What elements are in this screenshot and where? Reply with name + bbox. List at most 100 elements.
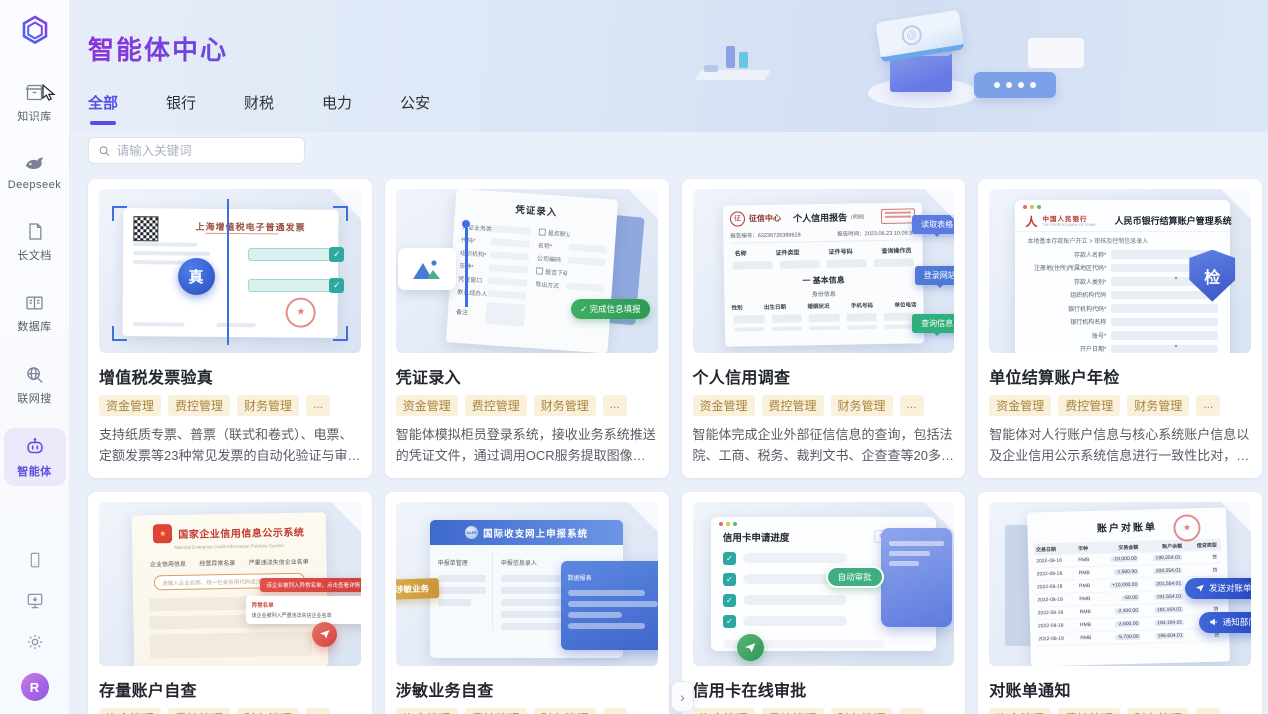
breadcrumb: 本地基本存款账户开立 > 审核及控制信息录入 (1015, 232, 1230, 245)
agent-card-title: 对账单通知 (989, 677, 1251, 701)
check-icon: ✓ (329, 247, 344, 262)
agent-card-voucher-entry[interactable]: 凭证录入 凭证业务类型* 代码* 组织机构* 币种* 凭证窗口 默认经办人 备注 (385, 179, 669, 478)
agent-card-invoice-verify[interactable]: 上海增值税电子普通发票 ★ 真 ✓ ✓ 增值税发票验真 (88, 179, 372, 478)
next-page-button[interactable]: › (671, 681, 694, 712)
org-name: 征信中心 (749, 212, 781, 224)
globe-search-icon (24, 364, 45, 385)
megaphone-icon (1209, 617, 1219, 627)
agent-card-title: 存量账户自查 (99, 677, 361, 701)
sidebar-item-label: 长文档 (17, 247, 52, 263)
tag-row: 资金管理 费控管理 财务管理 ... (989, 395, 1251, 416)
section-title: 一 基本信息 (731, 273, 916, 287)
agent-card-stock-account-check[interactable]: ★ 国家企业信用信息公示系统 National Enterprise Credi… (88, 492, 372, 714)
agent-card-statement-notice[interactable]: 账户对账单 ★ 交易日期币种 交易金额账户余额 借贷类型 2022-08-18R… (978, 492, 1262, 714)
mouse-cursor (42, 84, 57, 102)
tag-more: ... (603, 708, 627, 714)
sidebar-item-web-search[interactable]: 联网搜 (4, 356, 66, 413)
scan-line (227, 199, 229, 345)
tag-row: 资金管理 费控管理 财务管理 ... (989, 708, 1251, 714)
mobile-app-icon[interactable] (26, 550, 44, 570)
tag: 资金管理 (693, 708, 755, 714)
system-title: 人民币银行结算账户管理系统 (1115, 214, 1232, 227)
tag: 费控管理 (465, 395, 527, 416)
tab-tax[interactable]: 财税 (244, 92, 274, 125)
tab-all[interactable]: 全部 (88, 92, 118, 125)
agent-card-title: 涉敏业务自查 (396, 677, 658, 701)
scan-bracket (333, 206, 348, 221)
invoice-illustration: 上海增值税电子普通发票 ★ (122, 208, 338, 338)
tag-row: 资金管理 费控管理 财务管理 ... (693, 395, 955, 416)
main-content: 智能体中心 全部 银行 财税 电力 公安 上海增值税电子普通发票 (70, 0, 1268, 714)
sidebar: 知识库 Deepseek 长文档 数据库 联网搜 (0, 0, 70, 714)
scan-bracket (112, 326, 127, 341)
brand-logo[interactable] (17, 13, 53, 49)
paper-plane-icon (1195, 583, 1205, 593)
tag: 费控管理 (762, 395, 824, 416)
query-info-button: 查询信息 (912, 314, 954, 333)
page-title: 智能体中心 (88, 30, 228, 67)
sidebar-item-agents[interactable]: 智能体 (4, 428, 66, 486)
report-title: 个人信用报告 (793, 210, 847, 224)
agent-card-thumbnail: ★ 国家企业信用信息公示系统 National Enterprise Credi… (99, 502, 361, 666)
notice-box (881, 208, 915, 224)
tag: 财务管理 (534, 395, 596, 416)
agent-card-thumbnail: 上海增值税电子普通发票 ★ 真 ✓ ✓ (99, 189, 361, 353)
read-table-button: 读取表格 (912, 215, 954, 234)
agent-card-description: 智能体模拟柜员登录系统，接收业务系统推送的凭证文件，通过调用OCR服务提取图像内… (396, 424, 658, 466)
site-title: 国家企业信用信息公示系统 (178, 523, 304, 540)
agent-card-personal-credit[interactable]: 征 征信中心 个人信用报告 (明细) 报告编号：63236726389628 报… (682, 179, 966, 478)
verify-seal: 真 (178, 258, 215, 295)
report-number: 报告编号：63236726389628 (730, 230, 800, 239)
tag-more: ... (1196, 395, 1220, 416)
sidebar-item-database[interactable]: 数据库 (4, 285, 66, 341)
agent-card-thumbnail: 凭证录入 凭证业务类型* 代码* 组织机构* 币种* 凭证窗口 默认经办人 备注 (396, 189, 658, 353)
search-bar[interactable] (88, 137, 305, 164)
agent-card-sensitive-business-check[interactable]: SAFE 国际收支网上申报系统 申报单管理 申报信息录入 涉敏业务 数据报表 涉… (385, 492, 669, 714)
tag-more: ... (900, 395, 924, 416)
settings-gear-icon[interactable] (25, 632, 45, 652)
category-tabs: 全部 银行 财税 电力 公安 (88, 92, 1268, 125)
notify-department-button: 通知部门 (1199, 612, 1251, 633)
scan-bracket (333, 326, 348, 341)
send-plane-icon (737, 634, 764, 661)
check-icon: ✓ (723, 594, 736, 607)
data-report-panel: 数据报表 (561, 561, 658, 650)
tab-bank[interactable]: 银行 (166, 92, 196, 125)
tag: 费控管理 (762, 708, 824, 714)
tag-row: 资金管理 费控管理 财务管理 ... (99, 395, 361, 416)
agent-card-credit-card-approval[interactable]: 信用卡申请进度 搜索 ✓ ✓ ✓ ✓ 自动审批 (682, 492, 966, 714)
agent-card-account-annual-check[interactable]: 人 中国人民银行 THE PEOPLE'S BANK OF CHINA 人民币银… (978, 179, 1262, 478)
robot-icon (24, 436, 46, 458)
tag-row: 资金管理 费控管理 财务管理 ... (396, 708, 658, 714)
sidebar-item-long-doc[interactable]: 长文档 (4, 213, 66, 270)
login-site-button: 登录网站 (915, 266, 955, 285)
client-download-icon[interactable] (25, 591, 45, 611)
tag: 财务管理 (1127, 708, 1189, 714)
tag: 资金管理 (693, 395, 755, 416)
credit-center-logo: 征 (730, 211, 745, 226)
tab-power[interactable]: 电力 (322, 92, 352, 125)
user-avatar[interactable]: R (21, 673, 49, 701)
search-input[interactable] (117, 144, 295, 158)
database-panels-icon (24, 293, 45, 313)
agent-card-title: 信用卡在线审批 (693, 677, 955, 701)
tab-police[interactable]: 公安 (400, 92, 430, 125)
document-icon (25, 221, 45, 242)
customer-card (881, 528, 952, 626)
red-stamp: ★ (1173, 515, 1201, 543)
voucher-form-illustration: 凭证录入 凭证业务类型* 代码* 组织机构* 币种* 凭证窗口 默认经办人 备注 (446, 189, 619, 353)
send-plane-icon (312, 622, 337, 647)
sidebar-item-label: 智能体 (17, 463, 52, 479)
sidebar-item-label: 知识库 (17, 108, 52, 124)
sidebar-item-deepseek[interactable]: Deepseek (4, 146, 66, 198)
tag: 资金管理 (396, 708, 458, 714)
window-traffic-lights (719, 522, 737, 526)
agent-card-grid: 上海增值税电子普通发票 ★ 真 ✓ ✓ 增值税发票验真 (88, 179, 1268, 714)
sidebar-item-knowledge-base[interactable]: 知识库 (4, 74, 66, 131)
tag: 费控管理 (465, 708, 527, 714)
done-badge: ✓ 完成信息填报 (571, 299, 649, 319)
tag: 财务管理 (237, 395, 299, 416)
sensitive-badge: 涉敏业务 (396, 578, 440, 600)
red-stamp: ★ (285, 297, 315, 327)
tag: 财务管理 (534, 708, 596, 714)
